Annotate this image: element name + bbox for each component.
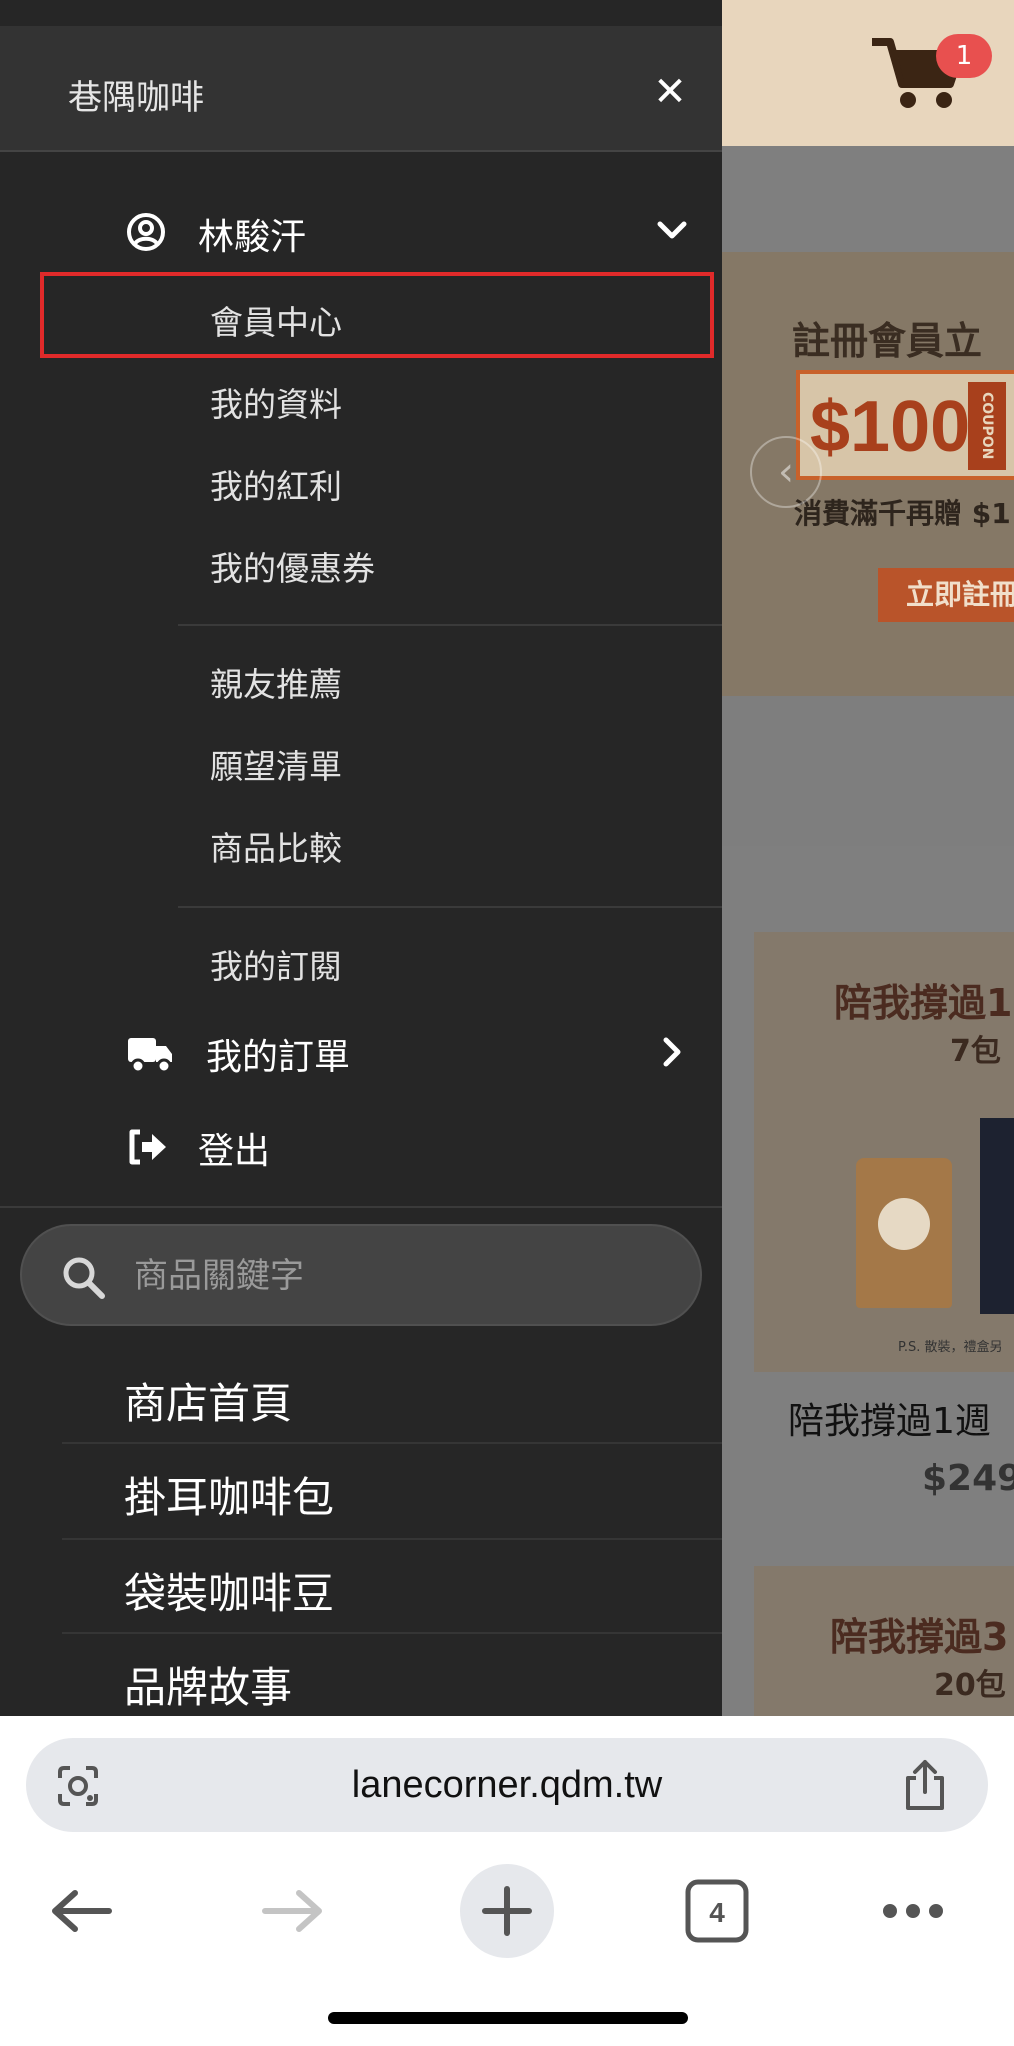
side-drawer: 巷隅咖啡 ✕ 林駿汗 會員中心 我的資料 我的紅利 我的優惠券 親友推薦 願望清… — [0, 0, 722, 1716]
section-divider — [0, 1206, 722, 1208]
register-now-button[interactable]: 立即註冊 — [878, 568, 1014, 622]
search-input[interactable] — [132, 1248, 672, 1304]
gift-box-image — [980, 1118, 1014, 1314]
plus-icon[interactable] — [460, 1864, 554, 1958]
menu-divider — [178, 624, 722, 626]
menu-item-orders[interactable]: 我的訂單 — [0, 1018, 722, 1088]
menu-item-member-center[interactable]: 會員中心 — [210, 296, 342, 344]
tab-count: 4 — [709, 1897, 725, 1928]
highlight-box — [40, 272, 714, 358]
truck-icon — [128, 1038, 172, 1074]
product-image-subtitle: 20包 — [934, 1668, 1006, 1703]
url-text: lanecorner.qdm.tw — [351, 1763, 663, 1806]
back-arrow-icon[interactable] — [36, 1866, 126, 1956]
product-card[interactable]: 陪我撐過3 20包 — [754, 1566, 1014, 1716]
menu-item-wishlist[interactable]: 願望清單 — [210, 740, 342, 788]
menu-item-subscription[interactable]: 我的訂閱 — [210, 940, 342, 988]
promo-banner[interactable]: 註冊會員立 $100 COUPON 消費滿千再贈 $1 立即註冊 ‹ — [722, 252, 1014, 696]
menu-item-compare[interactable]: 商品比較 — [210, 822, 342, 870]
logout-icon — [129, 1129, 166, 1165]
product-price: $249 — [922, 1458, 1014, 1499]
nav-link-store-home[interactable]: 商店首頁 — [124, 1370, 292, 1431]
share-icon[interactable] — [900, 1758, 950, 1812]
menu-item-my-profile[interactable]: 我的資料 — [210, 378, 342, 426]
coupon-graphic: $100 COUPON — [796, 370, 1014, 480]
banner-headline: 註冊會員立 — [792, 319, 983, 363]
browser-toolbar: lanecorner.qdm.tw 4 — [0, 1716, 1014, 2046]
nav-link-coffee-beans[interactable]: 袋裝咖啡豆 — [124, 1560, 334, 1621]
tabs-icon[interactable]: 4 — [672, 1866, 762, 1956]
user-name: 林駿汗 — [198, 217, 307, 258]
banner-subline: 消費滿千再贈 $1 — [794, 497, 1011, 530]
cart-count-badge: 1 — [936, 34, 992, 78]
product-image-title: 陪我撐過1 — [834, 981, 1013, 1025]
product-image-title: 陪我撐過3 — [830, 1615, 1009, 1659]
nav-link-brand-story[interactable]: 品牌故事 — [124, 1654, 292, 1715]
search-icon — [63, 1257, 105, 1299]
menu-item-my-bonus[interactable]: 我的紅利 — [210, 460, 342, 508]
coupon-label: COUPON — [968, 382, 1006, 470]
user-circle-icon — [127, 213, 165, 251]
menu-item-my-coupons[interactable]: 我的優惠券 — [210, 542, 375, 590]
nav-divider — [62, 1442, 722, 1444]
nav-link-drip-bags[interactable]: 掛耳咖啡包 — [124, 1464, 334, 1525]
logout-label: 登出 — [198, 1131, 271, 1172]
product-note: P.S. 散裝，禮盒另 — [898, 1340, 1003, 1355]
menu-divider — [178, 906, 722, 908]
menu-item-logout[interactable]: 登出 — [0, 1112, 722, 1182]
nav-divider — [62, 1538, 722, 1540]
home-indicator — [328, 2012, 688, 2024]
more-icon[interactable] — [868, 1866, 958, 1956]
forward-arrow-icon[interactable] — [248, 1866, 338, 1956]
section-spacer — [722, 696, 1014, 846]
search-bar[interactable] — [20, 1224, 702, 1326]
product-card[interactable]: 陪我撐過1 7包 P.S. 散裝，禮盒另 — [754, 932, 1014, 1372]
carousel-prev-icon[interactable]: ‹ — [750, 436, 822, 508]
nav-divider — [62, 1632, 722, 1634]
chevron-down-icon[interactable] — [654, 212, 690, 248]
chevron-right-icon — [663, 1037, 681, 1067]
user-menu-toggle[interactable]: 林駿汗 — [0, 198, 722, 268]
close-icon[interactable]: ✕ — [646, 68, 694, 116]
product-image-subtitle: 7包 — [950, 1034, 1001, 1069]
product-name[interactable]: 陪我撐過1週 — [788, 1392, 991, 1444]
drawer-title: 巷隅咖啡 — [68, 78, 204, 118]
coupon-amount: $100 — [810, 387, 971, 467]
menu-item-referral[interactable]: 親友推薦 — [210, 658, 342, 706]
drawer-header: 巷隅咖啡 ✕ — [0, 26, 722, 152]
orders-label: 我的訂單 — [206, 1037, 351, 1078]
address-bar[interactable]: lanecorner.qdm.tw — [26, 1738, 988, 1832]
coffee-bag-image — [856, 1158, 952, 1308]
